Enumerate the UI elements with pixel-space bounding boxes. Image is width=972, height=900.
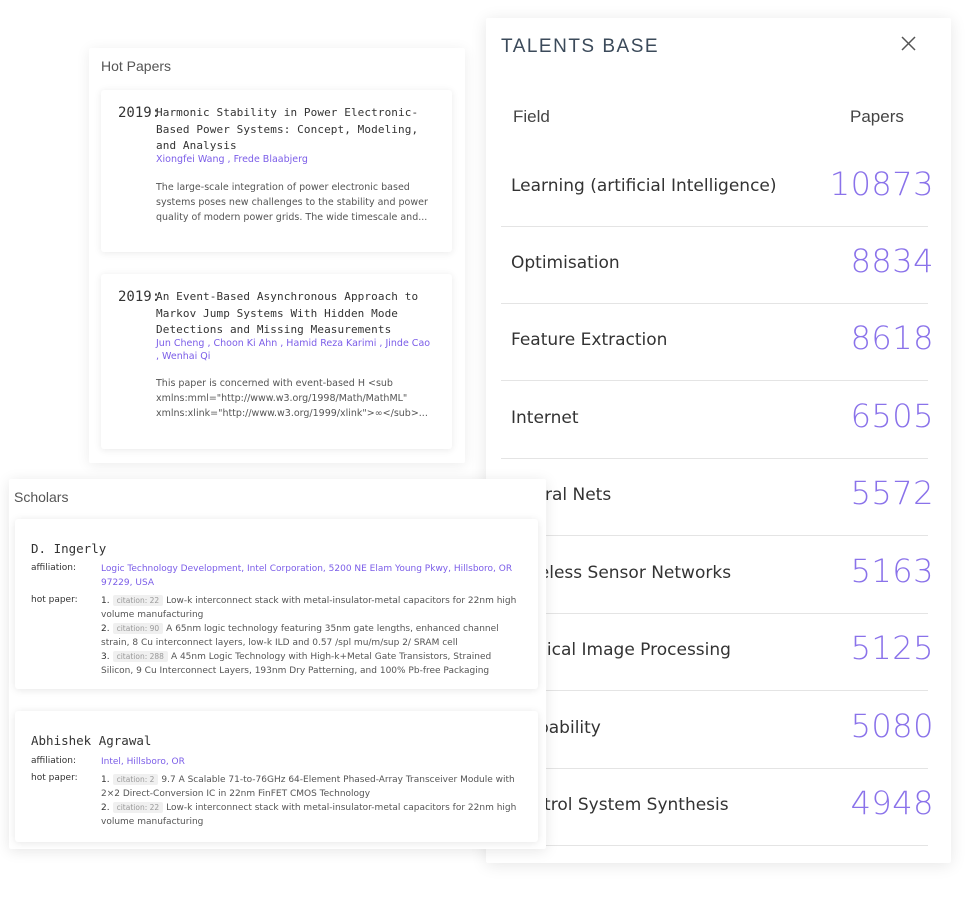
hot-paper-list: 1. citation: 2 9.7 A Scalable 71-to-76GHz …	[101, 773, 526, 829]
citation-badge: citation: 288	[112, 651, 168, 662]
paper-year: 2019:	[118, 289, 161, 305]
author-link[interactable]: Jun Cheng	[156, 338, 204, 349]
field-name: Internet	[511, 408, 579, 428]
paper-year: 2019:	[118, 105, 161, 121]
field-name: Learning (artificial Intelligence)	[511, 176, 777, 196]
hot-paper-title: 9.7 A Scalable 71-to-76GHz 64-Element Ph…	[101, 775, 515, 799]
author-link[interactable]: Jinde Cao	[385, 338, 430, 349]
item-number: 1.	[101, 775, 110, 785]
field-name: Feature Extraction	[511, 330, 668, 350]
field-column-header: Field	[513, 107, 550, 126]
citation-badge: citation: 90	[112, 623, 164, 634]
scholar-card[interactable]: D. Ingerly affiliation: Logic Technology…	[15, 519, 538, 689]
citation-badge: citation: 22	[112, 802, 164, 813]
citation-badge: citation: 22	[112, 595, 164, 606]
paper-count: 5080	[850, 707, 934, 745]
citation-badge: citation: 2	[112, 774, 159, 785]
paper-count: 4948	[850, 784, 934, 822]
paper-title[interactable]: Harmonic Stability in Power Electronic-B…	[156, 105, 431, 155]
scholar-name[interactable]: D. Ingerly	[31, 541, 106, 556]
affiliation-value[interactable]: Logic Technology Development, Intel Corp…	[101, 563, 521, 590]
hot-paper-title: Low-k interconnect stack with metal-insu…	[101, 596, 517, 620]
hot-papers-panel: Hot Papers 2019: Harmonic Stability in P…	[89, 48, 465, 463]
paper-count: 6505	[850, 397, 934, 435]
paper-authors: Jun Cheng , Choon Ki Ahn , Hamid Reza Ka…	[156, 338, 431, 362]
talents-base-panel: TALENTS BASE Field Papers Learning (arti…	[486, 18, 951, 863]
item-number: 2.	[101, 803, 110, 813]
talent-row[interactable]: Optimisation 8834	[501, 226, 933, 304]
hot-paper-item[interactable]: 2. citation: 22 Low-k interconnect stack w…	[101, 801, 526, 829]
paper-abstract: This paper is concerned with event-based…	[156, 378, 428, 419]
affiliation-value[interactable]: Intel, Hillsboro, OR	[101, 756, 521, 770]
talent-row[interactable]: Internet 6505	[501, 381, 933, 459]
paper-count: 5572	[850, 474, 934, 512]
talent-row[interactable]: Neural Nets 5572	[501, 458, 933, 536]
paper-count: 8618	[850, 319, 934, 357]
affiliation-label: affiliation:	[31, 563, 77, 573]
talent-row[interactable]: Learning (artificial Intelligence) 10873	[501, 149, 933, 227]
paper-count: 8834	[850, 242, 934, 280]
author-link[interactable]: Frede Blaabjerg	[234, 154, 308, 165]
papers-column-header: Papers	[850, 107, 904, 126]
item-number: 2.	[101, 624, 110, 634]
hot-papers-title: Hot Papers	[101, 58, 172, 74]
author-link[interactable]: Hamid Reza Karimi	[286, 338, 376, 349]
talent-row[interactable]: Control System Synthesis 4948	[501, 768, 933, 846]
talent-row[interactable]: Wireless Sensor Networks 5163	[501, 536, 933, 614]
close-icon[interactable]	[900, 35, 917, 52]
scholar-name[interactable]: Abhishek Agrawal	[31, 733, 151, 748]
hot-paper-label: hot paper:	[31, 773, 78, 783]
field-name: Optimisation	[511, 253, 620, 273]
talent-row[interactable]: Feature Extraction 8618	[501, 303, 933, 381]
paper-count: 5125	[850, 629, 934, 667]
hot-paper-item[interactable]: 1. citation: 22 Low-k interconnect stack w…	[101, 594, 526, 622]
scholars-title: Scholars	[14, 489, 69, 505]
affiliation-label: affiliation:	[31, 756, 77, 766]
hot-paper-item[interactable]: 2. citation: 90 A 65nm logic technology fe…	[101, 622, 526, 650]
author-link[interactable]: Choon Ki Ahn	[213, 338, 277, 349]
paper-count: 5163	[850, 552, 934, 590]
paper-authors: Xiongfei Wang , Frede Blaabjerg	[156, 154, 308, 165]
hot-paper-title: Low-k interconnect stack with metal-insu…	[101, 803, 517, 827]
paper-card[interactable]: 2019: An Event-Based Asynchronous Approa…	[101, 274, 452, 449]
author-link[interactable]: Wenhai Qi	[162, 351, 210, 362]
paper-title[interactable]: An Event-Based Asynchronous Approach to …	[156, 289, 431, 339]
talents-base-title: TALENTS BASE	[501, 36, 660, 57]
scholar-card[interactable]: Abhishek Agrawal affiliation: Intel, Hil…	[15, 711, 538, 842]
item-number: 1.	[101, 596, 110, 606]
hot-paper-item[interactable]: 3. citation: 288 A 45nm Logic Technology w…	[101, 650, 526, 678]
hot-paper-label: hot paper:	[31, 595, 78, 605]
paper-card[interactable]: 2019: Harmonic Stability in Power Electr…	[101, 90, 452, 252]
hot-paper-list: 1. citation: 22 Low-k interconnect stack w…	[101, 594, 526, 678]
hot-paper-item[interactable]: 1. citation: 2 9.7 A Scalable 71-to-76GHz …	[101, 773, 526, 801]
paper-abstract: The large-scale integration of power ele…	[156, 182, 428, 223]
scholars-panel: Scholars D. Ingerly affiliation: Logic T…	[9, 479, 546, 849]
paper-count: 10873	[829, 165, 934, 203]
talent-row[interactable]: Medical Image Processing 5125	[501, 613, 933, 691]
item-number: 3.	[101, 652, 110, 662]
author-link[interactable]: Xiongfei Wang	[156, 154, 225, 165]
talent-row[interactable]: Probability 5080	[501, 691, 933, 769]
